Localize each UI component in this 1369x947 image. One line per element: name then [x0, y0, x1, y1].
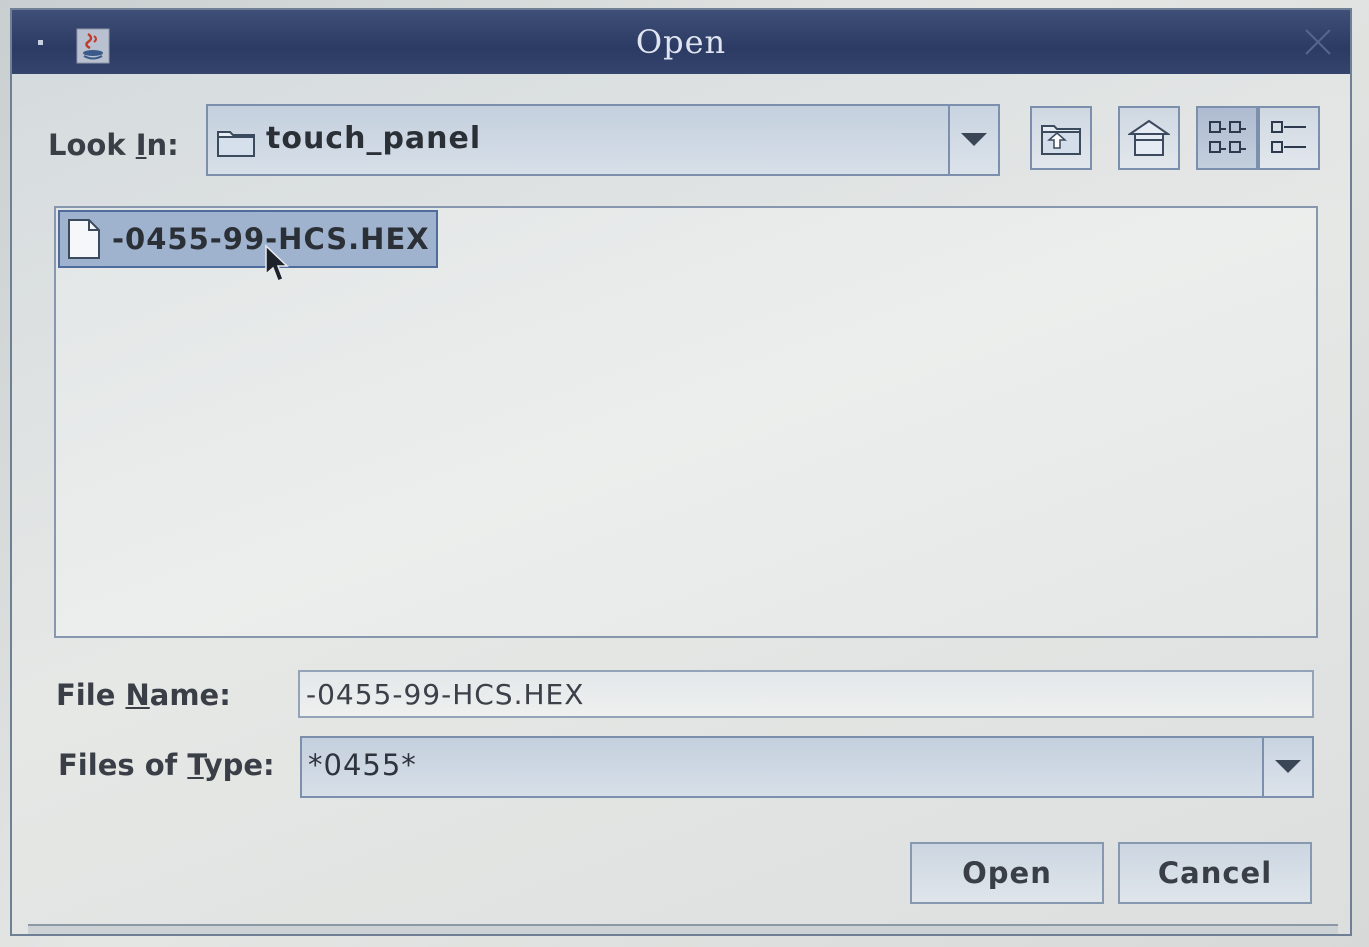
details-view-icon — [1271, 121, 1306, 153]
home-button[interactable] — [1118, 106, 1180, 170]
look-in-value: touch_panel — [266, 121, 482, 156]
file-name-mnemonic: N — [125, 678, 150, 712]
home-icon — [1128, 119, 1170, 156]
look-in-label: Look In: — [48, 128, 179, 162]
files-of-type-mnemonic: T — [187, 748, 204, 782]
list-view-button[interactable] — [1196, 106, 1258, 170]
window-menu-icon[interactable] — [38, 40, 43, 45]
look-in-label-suffix: n: — [146, 128, 179, 162]
folder-up-icon — [1041, 125, 1081, 155]
file-icon — [68, 219, 100, 259]
look-in-mnemonic: I — [135, 128, 147, 162]
file-name-label-suffix: ame: — [149, 678, 231, 712]
window-title: Open — [635, 23, 727, 61]
open-button[interactable]: Open — [910, 842, 1104, 904]
file-name-label: File Name: — [56, 678, 231, 712]
list-view-icon — [1209, 121, 1246, 153]
up-one-level-button[interactable] — [1030, 106, 1092, 170]
folder-icon — [217, 131, 255, 157]
details-view-button[interactable] — [1258, 106, 1320, 170]
chevron-down-icon — [1275, 760, 1301, 773]
cancel-button[interactable]: Cancel — [1118, 842, 1312, 904]
files-of-type-value: *0455* — [308, 748, 417, 782]
files-of-type-combo[interactable]: *0455* — [300, 736, 1314, 798]
chevron-down-icon — [961, 133, 987, 146]
file-name-input[interactable]: -0455-99-HCS.HEX — [298, 670, 1314, 718]
file-name-value: -0455-99-HCS.HEX — [306, 677, 585, 711]
files-of-type-label: Files of Type: — [58, 748, 275, 782]
close-icon[interactable] — [1300, 24, 1336, 60]
files-of-type-label-suffix: ype: — [203, 748, 275, 782]
look-in-combo[interactable]: touch_panel — [206, 104, 1000, 176]
title-bar[interactable]: Open — [12, 10, 1350, 74]
bottom-edge — [28, 924, 1338, 934]
file-name-label-text: File — [56, 678, 126, 712]
list-item[interactable]: -0455-99-HCS.HEX — [58, 210, 438, 268]
look-in-dropdown-button[interactable] — [948, 106, 998, 174]
open-dialog: Open Look In: touch_panel -0455-99-HCS.H… — [10, 8, 1352, 936]
file-list[interactable]: -0455-99-HCS.HEX — [54, 206, 1318, 638]
files-of-type-label-text: Files of — [58, 748, 188, 782]
files-of-type-dropdown-button[interactable] — [1262, 738, 1312, 796]
java-app-icon — [76, 28, 110, 64]
look-in-label-text: Look — [48, 128, 136, 162]
mouse-cursor-icon — [265, 244, 289, 282]
